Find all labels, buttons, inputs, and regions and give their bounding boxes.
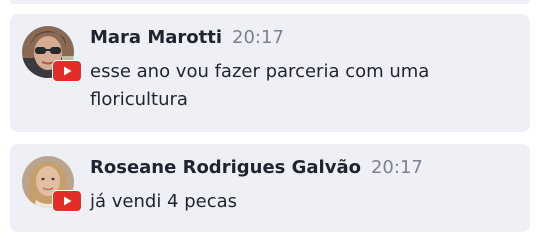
chat-message: Mara Marotti 20:17 esse ano vou fazer pa… (10, 14, 530, 132)
chat-message-list: Mara Marotti 20:17 esse ano vou fazer pa… (10, 14, 530, 232)
message-timestamp: 20:17 (232, 27, 284, 48)
previous-message-edge (10, 0, 530, 4)
author-avatar[interactable] (22, 26, 82, 82)
message-header: Mara Marotti 20:17 (90, 26, 516, 50)
message-timestamp: 20:17 (370, 157, 423, 178)
message-header: Roseane Rodrigues Galvão 20:17 (90, 156, 516, 180)
youtube-icon (52, 60, 82, 82)
author-avatar[interactable] (22, 156, 82, 212)
message-text: já vendi 4 pecas (90, 191, 238, 212)
youtube-icon (52, 190, 82, 212)
author-name[interactable]: Mara Marotti (90, 26, 222, 50)
author-name[interactable]: Roseane Rodrigues Galvão (90, 156, 361, 180)
message-text: esse ano vou fazer parceria com uma flor… (90, 61, 430, 110)
chat-message: Roseane Rodrigues Galvão 20:17 já vendi … (10, 144, 530, 232)
